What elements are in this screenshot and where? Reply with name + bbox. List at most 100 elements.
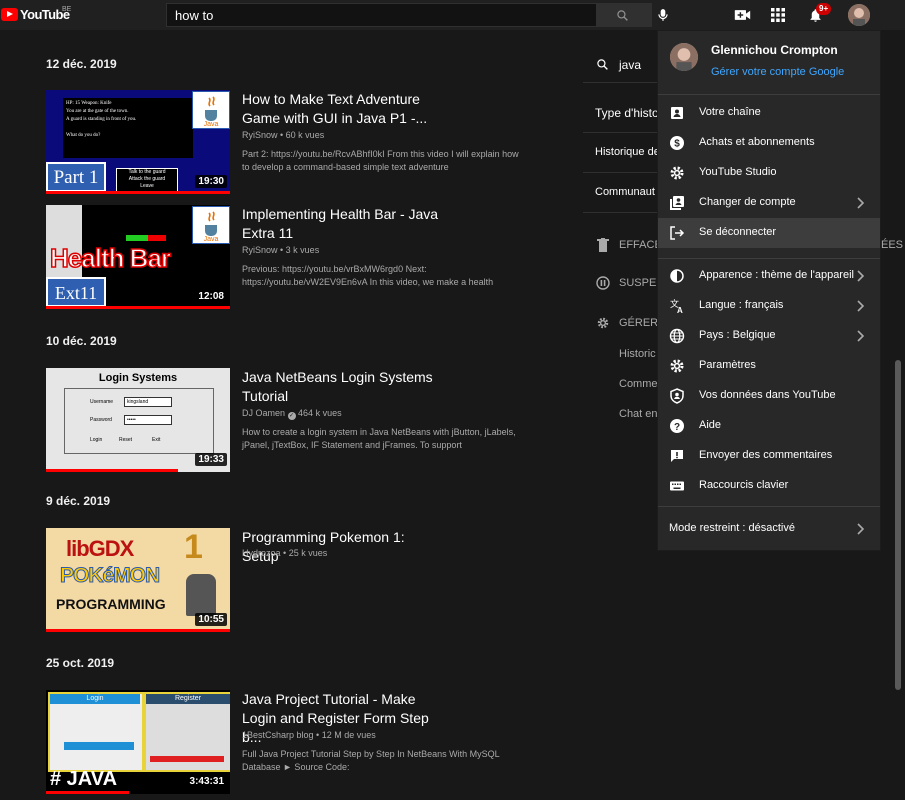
- logout-icon: [670, 226, 685, 240]
- video-thumbnail[interactable]: libGDX 1 POKéMON PROGRAMMING 10:55: [46, 528, 230, 632]
- search-icon: [597, 59, 608, 70]
- search-icon: [617, 10, 628, 21]
- menu-item-se-déconnecter[interactable]: Se déconnecter: [658, 218, 880, 248]
- menu-item-aide[interactable]: ? Aide: [658, 411, 880, 441]
- java-logo: Java: [192, 91, 230, 129]
- channel-name[interactable]: Hydrozoa: [242, 548, 281, 558]
- video-thumbnail[interactable]: Login Systems Username kingsland Passwor…: [46, 368, 230, 472]
- watch-progress: [46, 469, 179, 472]
- create-video-icon[interactable]: [734, 8, 751, 22]
- view-count: 60 k vues: [285, 130, 325, 140]
- video-item[interactable]: HP: 15 Weapon: Knife You are at the gate …: [46, 90, 566, 200]
- apps-grid-icon[interactable]: [771, 8, 785, 22]
- chevron-right-icon: [857, 330, 865, 342]
- menu-item-paramètres[interactable]: Paramètres: [658, 351, 880, 381]
- thumb-button-label: Login: [90, 437, 103, 443]
- avatar-button[interactable]: [848, 4, 870, 26]
- thumb-password-label: Password: [90, 417, 112, 423]
- video-duration: 10:55: [195, 613, 227, 626]
- microphone-icon[interactable]: [656, 7, 670, 23]
- menu-avatar: [670, 43, 698, 71]
- history-option[interactable]: Historique de: [595, 146, 660, 158]
- video-title[interactable]: How to Make Text Adventure Game with GUI…: [242, 90, 442, 128]
- menu-item-apparence-thème-de-l-appareil[interactable]: Apparence : thème de l'appareil: [658, 261, 880, 291]
- thumb-register-text: Register: [146, 694, 230, 704]
- menu-item-raccourcis-clavier[interactable]: Raccourcis clavier: [658, 471, 880, 501]
- manage-sub-item[interactable]: Historic: [619, 348, 656, 360]
- country-code: BE: [62, 6, 72, 13]
- dollar-circle-icon: $: [670, 136, 684, 150]
- video-thumbnail[interactable]: Login Register # JAVA 3:43:31: [46, 690, 230, 794]
- menu-item-label: Envoyer des commentaires: [699, 449, 833, 461]
- video-item[interactable]: libGDX 1 POKéMON PROGRAMMING 10:55 Progr…: [46, 528, 566, 638]
- menu-item-changer-de-compte[interactable]: Changer de compte: [658, 188, 880, 218]
- channel-name[interactable]: RyiSnow: [242, 130, 278, 140]
- community-option[interactable]: Communaut: [595, 186, 655, 198]
- video-title[interactable]: Implementing Health Bar - Java Extra 11: [242, 205, 442, 243]
- video-meta: 1BestCsharp blog • 12 M de vues: [242, 730, 376, 740]
- date-heading: 10 déc. 2019: [46, 334, 117, 348]
- manage-label[interactable]: GÉRER: [619, 317, 658, 329]
- manage-sub-item[interactable]: Comme: [619, 378, 658, 390]
- menu-item-langue-français[interactable]: 文 A Langue : français: [658, 291, 880, 321]
- java-cup-icon: Java: [204, 96, 218, 128]
- menu-item-label: Raccourcis clavier: [699, 479, 789, 491]
- account-box-icon: [671, 107, 683, 119]
- java-cup-icon: Java: [204, 211, 219, 243]
- chevron-right-icon: [857, 197, 865, 209]
- video-meta: RyiSnow • 60 k vues: [242, 130, 325, 140]
- search-button[interactable]: [596, 3, 652, 27]
- video-item[interactable]: Login Systems Username kingsland Passwor…: [46, 368, 566, 478]
- thumb-number: 1: [184, 528, 203, 566]
- help-icon: ?: [670, 419, 684, 433]
- channel-name[interactable]: RyiSnow: [242, 245, 278, 255]
- avatar-face-icon: [670, 43, 698, 71]
- user-name: Glennichou Crompton: [711, 43, 838, 57]
- video-duration: 19:33: [195, 453, 227, 466]
- search-input[interactable]: how to: [166, 3, 597, 27]
- history-search-input[interactable]: java: [619, 58, 641, 72]
- video-thumbnail[interactable]: Health Bar Java Ext11 12:08: [46, 205, 230, 309]
- thumb-label: Part 1: [46, 162, 106, 192]
- translate-icon: 文A: [670, 298, 683, 314]
- manage-account-link[interactable]: Gérer votre compte Google: [711, 66, 844, 78]
- video-duration: 19:30: [195, 175, 227, 188]
- video-meta: DJ Oamen ✓ 464 k vues: [242, 408, 342, 420]
- menu-item-label: Vos données dans YouTube: [699, 389, 836, 401]
- channel-name[interactable]: 1BestCsharp blog: [242, 730, 314, 740]
- youtube-logo[interactable]: YouTube BE: [1, 6, 72, 22]
- video-item[interactable]: Login Register # JAVA 3:43:31 Java Proje…: [46, 690, 566, 800]
- restricted-mode-item[interactable]: Mode restreint : désactivé: [658, 514, 880, 544]
- menu-item-pays-belgique[interactable]: Pays : Belgique: [658, 321, 880, 351]
- channel-name[interactable]: DJ Oamen: [242, 408, 285, 418]
- video-item[interactable]: Health Bar Java Ext11 12:08 Implementing…: [46, 205, 566, 315]
- menu-item-vos-données-dans-youtube[interactable]: Vos données dans YouTube: [658, 381, 880, 411]
- svg-text:Java: Java: [204, 236, 219, 243]
- search-value: how to: [175, 8, 214, 23]
- switch-account-icon: [670, 196, 684, 210]
- watch-progress: [46, 191, 230, 194]
- chevron-right-icon: [857, 300, 865, 312]
- thumb-top-text: libGDX: [66, 536, 134, 561]
- chevron-right-icon: [857, 270, 865, 282]
- svg-text:A: A: [677, 306, 683, 314]
- gear-icon: [670, 359, 684, 373]
- video-title[interactable]: Programming Pokemon 1: Setup: [242, 528, 442, 566]
- video-title[interactable]: Java NetBeans Login Systems Tutorial: [242, 368, 442, 406]
- menu-item-youtube-studio[interactable]: YouTube Studio: [658, 158, 880, 188]
- youtube-play-icon: [1, 8, 18, 21]
- scrollbar[interactable]: [895, 360, 901, 690]
- clear-history-button[interactable]: EFFACE: [619, 239, 662, 251]
- thumb-login-text: Login: [50, 694, 140, 704]
- video-thumbnail[interactable]: HP: 15 Weapon: Knife You are at the gate …: [46, 90, 230, 194]
- menu-item-achats-et-abonnements[interactable]: $ Achats et abonnements: [658, 128, 880, 158]
- thumb-button-label: Reset: [119, 437, 133, 443]
- manage-sub-item[interactable]: Chat en: [619, 408, 658, 420]
- thumb-mid-text: POKéMON: [59, 564, 160, 588]
- menu-item-votre-chaîne[interactable]: Votre chaîne: [658, 98, 880, 128]
- menu-item-label: Changer de compte: [699, 196, 796, 208]
- video-meta: Hydrozoa • 25 k vues: [242, 548, 328, 558]
- account-menu: Glennichou Crompton Gérer votre compte G…: [657, 30, 881, 551]
- divider: [658, 258, 880, 259]
- menu-item-envoyer-des-commentaires[interactable]: Envoyer des commentaires: [658, 441, 880, 471]
